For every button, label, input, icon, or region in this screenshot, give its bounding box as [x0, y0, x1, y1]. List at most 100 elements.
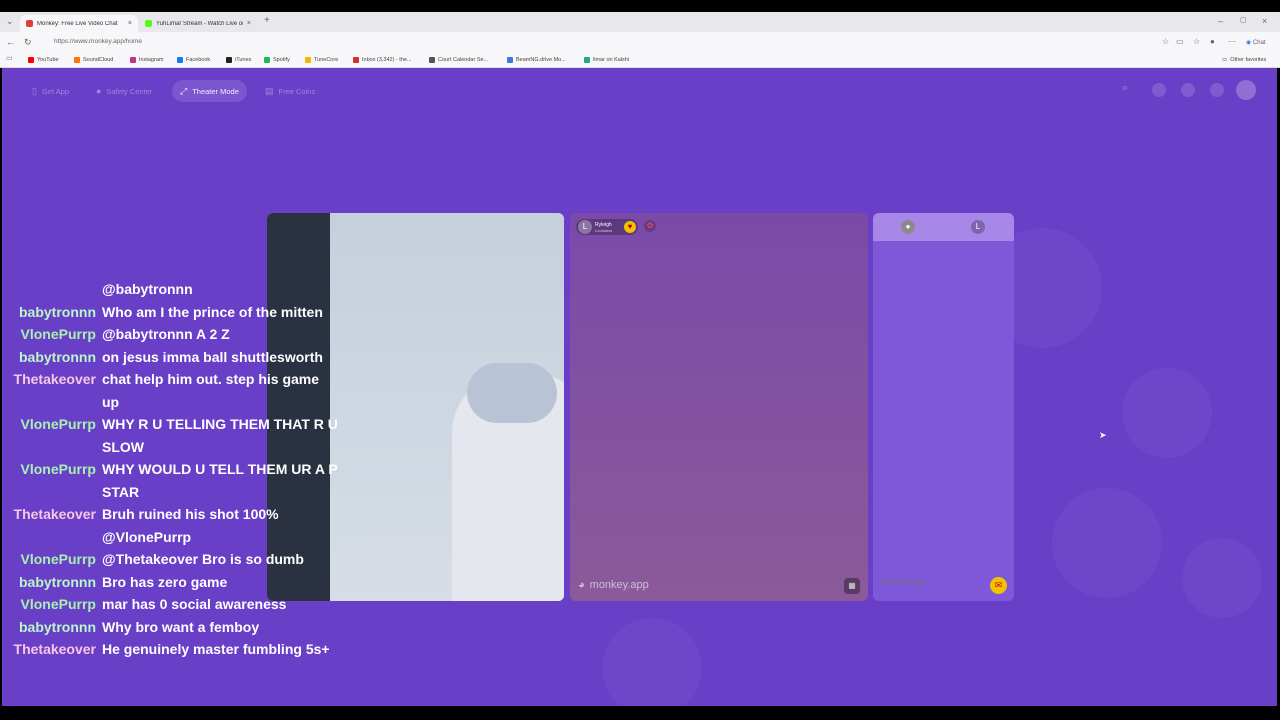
- bookmark-label: limar on Kalshi: [593, 57, 630, 63]
- chat-username: Thetakeover: [13, 506, 96, 522]
- back-icon[interactable]: ←: [6, 37, 15, 47]
- heart-icon[interactable]: ♥: [624, 221, 636, 233]
- nav-theater-mode[interactable]: ⤢ Theater Mode: [172, 80, 247, 102]
- close-icon[interactable]: ×: [247, 20, 251, 27]
- copilot-icon: ◉: [1246, 40, 1252, 46]
- stranger-location: Louisiana: [595, 227, 613, 233]
- copilot-chat-button[interactable]: ◉ Chat: [1246, 38, 1266, 48]
- soundcloud-icon: [74, 57, 80, 63]
- browser-tab-strip: ⌄ Monkey: Free Live Video Chat × YuhLima…: [0, 12, 1280, 32]
- split-screen-icon[interactable]: ▭: [1176, 37, 1184, 47]
- collections-icon[interactable]: ☆: [1193, 37, 1200, 47]
- kick-favicon: [145, 20, 152, 27]
- self-avatar: ●: [901, 220, 915, 234]
- kalshi-icon: [584, 57, 590, 63]
- search-icon[interactable]: ⌕: [1122, 83, 1128, 94]
- chat-username: Thetakeover: [13, 371, 96, 387]
- chat-row: Thetakeover He genuinely master fumbling …: [2, 638, 347, 661]
- send-message-input[interactable]: [877, 571, 991, 593]
- bookmark-facebook[interactable]: Facebook: [177, 55, 210, 65]
- stranger-video-panel: L Rylеigh Louisiana ♥ ✿ ◕ monkey.app ▦: [570, 213, 868, 601]
- profile-icon[interactable]: ●: [1210, 37, 1215, 47]
- maximize-icon[interactable]: ▢: [1240, 16, 1247, 26]
- history-icon[interactable]: [1181, 83, 1195, 97]
- shield-icon: ●: [96, 86, 102, 96]
- stranger-info-badge[interactable]: L Rylеigh Louisiana ♥: [576, 219, 638, 235]
- more-icon[interactable]: ⋯: [1228, 37, 1236, 47]
- bookmark-label: Court Calendar Se...: [438, 57, 489, 63]
- background-decoration: [1122, 368, 1212, 458]
- chat-username: babytronnn: [19, 303, 96, 320]
- chat-row: babytronnn Who am I the prince of the mit…: [2, 301, 347, 324]
- other-favorites[interactable]: ▭ Other favorites: [1222, 55, 1266, 65]
- video-cap: [467, 363, 557, 423]
- nav-label: Safety Center: [106, 86, 153, 96]
- close-window-icon[interactable]: ×: [1262, 16, 1267, 26]
- sidebar-toggle-icon[interactable]: ▭: [6, 54, 13, 64]
- chat-message: @Thetakeover Bro is so dumb: [102, 551, 304, 567]
- bookmark-kalshi[interactable]: limar on Kalshi: [584, 55, 629, 65]
- bookmark-soundcloud[interactable]: SoundCloud: [74, 55, 113, 65]
- new-tab-button[interactable]: +: [264, 16, 270, 26]
- tab-monkey[interactable]: Monkey: Free Live Video Chat ×: [20, 15, 138, 32]
- chat-username: VlonePurrp: [20, 551, 96, 567]
- avatar[interactable]: [1236, 80, 1256, 100]
- chat-username: [2, 278, 102, 301]
- bookmark-label: Inbox (3,342) - the...: [362, 57, 412, 63]
- nav-label: Get App: [41, 86, 70, 96]
- favorite-star-icon[interactable]: ☆: [1162, 37, 1169, 47]
- text-chat-panel: ● L ✉: [873, 213, 1014, 601]
- background-decoration: [1182, 538, 1262, 618]
- bookmark-spotify[interactable]: Spotify: [264, 55, 290, 65]
- instagram-icon: [130, 57, 136, 63]
- beamng-icon: [507, 57, 513, 63]
- gift-icon[interactable]: ✉: [990, 577, 1007, 594]
- chat-message: @babytronnn: [102, 281, 193, 297]
- browser-toolbar: ← ↻ https://www.monkey.app/home ☆ ▭ ☆ ● …: [0, 32, 1280, 52]
- tab-actions-icon[interactable]: ⌄: [6, 16, 14, 26]
- report-icon[interactable]: ▦: [844, 578, 860, 594]
- monkey-app-page: ▯ Get App ● Safety Center ⤢ Theater Mode ▤ F…: [2, 68, 1277, 706]
- chat-message: Who am I the prince of the mitten: [102, 303, 323, 320]
- bookmark-youtube[interactable]: YouTube: [28, 55, 59, 65]
- minimize-icon[interactable]: –: [1218, 16, 1223, 26]
- bookmark-label: Instagram: [139, 57, 164, 63]
- chat-row: VlonePurrp WHY WOULD U TELL THEM UR A P S…: [2, 458, 347, 503]
- rose-icon[interactable]: ✿: [644, 220, 656, 232]
- bookmark-itunes[interactable]: iTunes: [226, 55, 251, 65]
- chat-message: WHY R U TELLING THEM THAT R U SLOW: [102, 416, 338, 455]
- bookmark-tunecore[interactable]: TuneCore: [305, 55, 338, 65]
- nav-safety-center[interactable]: ● Safety Center: [88, 80, 160, 102]
- monkey-watermark: ◕ monkey.app: [578, 579, 649, 591]
- chat-row: VlonePurrp @babytronnn A 2 Z: [2, 323, 347, 346]
- partner-avatar: L: [971, 220, 985, 234]
- nav-free-coins[interactable]: ▤ Free Coins: [257, 80, 323, 102]
- close-icon[interactable]: ×: [128, 20, 132, 27]
- bookmark-gmail[interactable]: Inbox (3,342) - the...: [353, 55, 412, 65]
- chat-row: VlonePurrp @Thetakeover Bro is so dumb: [2, 548, 347, 571]
- coin-icon: ▤: [265, 85, 274, 96]
- bookmark-label: TuneCore: [314, 57, 339, 63]
- nav-label: Theater Mode: [192, 86, 239, 96]
- chat-row: babytronnn Bro has zero game: [2, 571, 347, 594]
- youtube-icon: [28, 57, 34, 63]
- refresh-icon[interactable]: ↻: [24, 37, 32, 47]
- watermark-text: monkey.app: [589, 579, 649, 591]
- tab-kick[interactable]: YuhLimar Stream - Watch Live on Kick ×: [139, 15, 257, 32]
- bookmark-court-calendar[interactable]: Court Calendar Se...: [429, 55, 488, 65]
- bookmark-beamng[interactable]: BeamNG.drive Mo...: [507, 55, 566, 65]
- background-decoration: [602, 618, 702, 706]
- chat-row: babytronnn Why bro want a femboy: [2, 616, 347, 639]
- chat-username: VlonePurrp: [20, 416, 96, 432]
- gem-icon[interactable]: [1152, 83, 1166, 97]
- nav-get-app[interactable]: ▯ Get App: [24, 80, 77, 102]
- stranger-avatar: L: [578, 220, 592, 234]
- chat-username: Thetakeover: [13, 641, 96, 657]
- bookmark-instagram[interactable]: Instagram: [130, 55, 163, 65]
- chat-row: Thetakeover Bruh ruined his shot 100% @Vl…: [2, 503, 347, 548]
- bookmark-label: iTunes: [235, 57, 252, 63]
- court-icon: [429, 57, 435, 63]
- bookmark-label: YouTube: [37, 57, 59, 63]
- notification-icon[interactable]: [1210, 83, 1224, 97]
- address-bar[interactable]: https://www.monkey.app/home: [48, 36, 1158, 48]
